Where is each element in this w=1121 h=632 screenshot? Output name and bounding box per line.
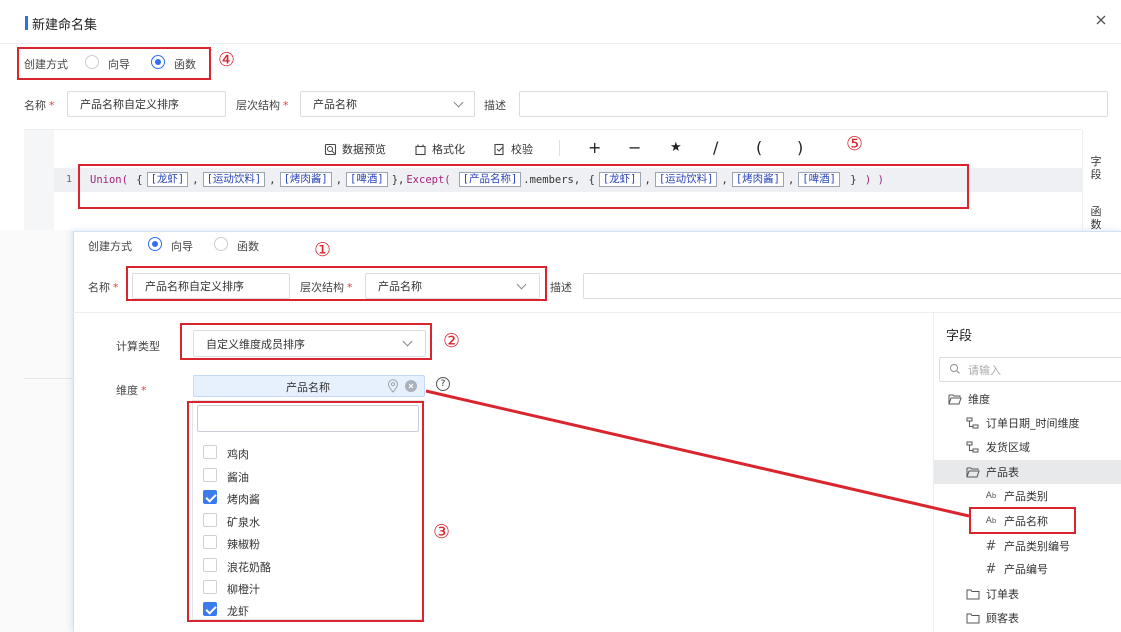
annotation-connector-line bbox=[425, 389, 970, 518]
